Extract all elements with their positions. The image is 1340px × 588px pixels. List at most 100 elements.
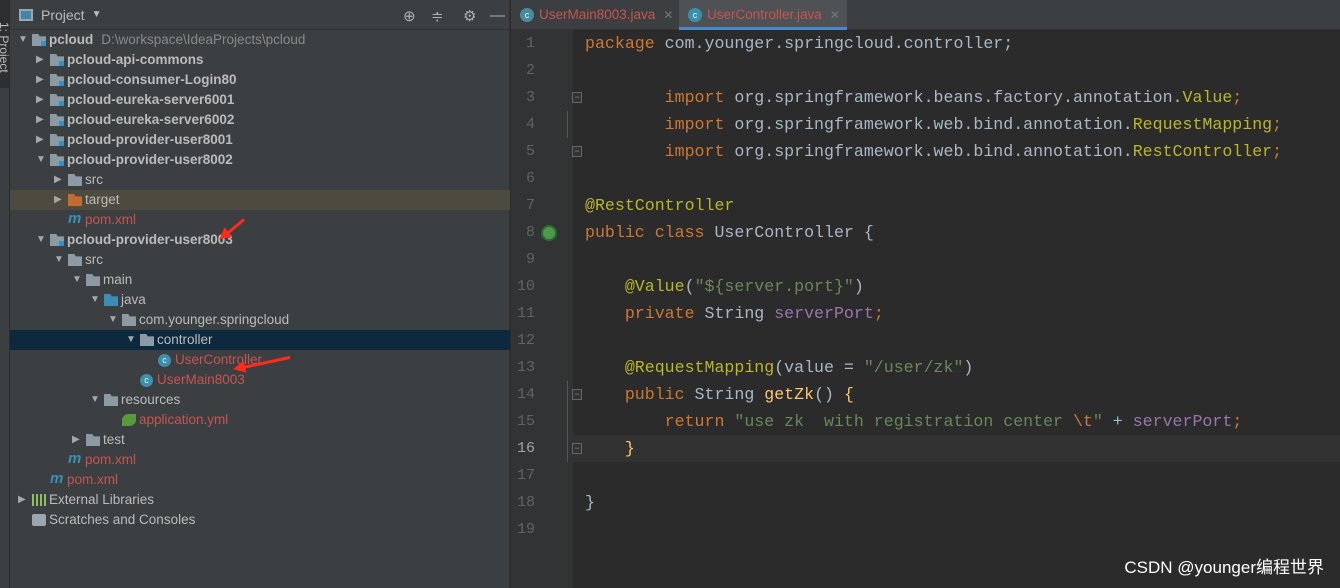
expanded-arrow-icon[interactable]: ▼ xyxy=(54,250,64,270)
tree-item[interactable]: ▼ pcloud-provider-user8002 xyxy=(10,150,510,170)
tree-item[interactable]: ▶ target xyxy=(10,190,510,210)
fold-marker-icon[interactable]: − xyxy=(572,389,582,400)
tree-item[interactable]: ▼ java xyxy=(10,290,510,310)
fold-marker-icon[interactable]: − xyxy=(572,92,582,103)
expanded-arrow-icon[interactable]: ▼ xyxy=(90,290,100,310)
collapsed-arrow-icon[interactable]: ▶ xyxy=(72,430,80,450)
collapsed-arrow-icon[interactable]: ▶ xyxy=(54,170,62,190)
tree-item[interactable]: ▶ pcloud-api-commons xyxy=(10,50,510,70)
line-number: 1 xyxy=(525,35,535,52)
expanded-arrow-icon[interactable]: ▼ xyxy=(18,30,28,50)
tree-item[interactable]: Scratches and Consoles xyxy=(10,510,510,530)
tree-item-label: pcloud-provider-user8003 xyxy=(67,232,233,247)
collapsed-arrow-icon[interactable]: ▶ xyxy=(36,110,44,130)
line-number: 7 xyxy=(525,197,535,214)
tree-item[interactable]: m pom.xml xyxy=(10,450,510,470)
tree-item[interactable]: c UserController xyxy=(10,350,510,370)
collapsed-arrow-icon[interactable]: ▶ xyxy=(36,70,44,90)
collapsed-arrow-icon[interactable]: ▶ xyxy=(36,90,44,110)
tree-item-label: main xyxy=(103,272,133,287)
expanded-arrow-icon[interactable]: ▼ xyxy=(36,150,46,170)
collapsed-arrow-icon[interactable]: ▶ xyxy=(54,190,62,210)
expanded-arrow-icon[interactable]: ▼ xyxy=(36,230,46,250)
collapse-all-icon[interactable]: ≑ xyxy=(431,7,444,25)
code-line[interactable]: } xyxy=(585,435,635,462)
expanded-arrow-icon[interactable]: ▼ xyxy=(90,390,100,410)
tree-item-text: test xyxy=(103,430,125,450)
project-view-selector[interactable]: Project xyxy=(41,7,85,23)
tree-item[interactable]: ▼ resources xyxy=(10,390,510,410)
code-token: } xyxy=(585,493,595,512)
code-line[interactable]: public String getZk() { xyxy=(585,381,854,408)
chevron-down-icon[interactable]: ▼ xyxy=(92,9,102,20)
code-line[interactable]: import org.springframework.beans.factory… xyxy=(585,84,1243,111)
tree-item-text: src xyxy=(85,170,103,190)
editor-tab[interactable]: c UserController.java ✕ xyxy=(679,0,847,30)
tree-item[interactable]: ▼ com.younger.springcloud xyxy=(10,310,510,330)
code-line[interactable]: package com.younger.springcloud.controll… xyxy=(585,30,1013,57)
code-line[interactable]: import org.springframework.web.bind.anno… xyxy=(585,138,1282,165)
gear-icon[interactable]: ⚙ xyxy=(463,7,476,25)
tree-item[interactable]: ▼ main xyxy=(10,270,510,290)
code-line[interactable]: import org.springframework.web.bind.anno… xyxy=(585,111,1282,138)
tree-item[interactable]: ▶ pcloud-provider-user8001 xyxy=(10,130,510,150)
line-number: 19 xyxy=(516,521,535,538)
expanded-arrow-icon[interactable]: ▼ xyxy=(108,310,118,330)
tree-item[interactable]: ▶ test xyxy=(10,430,510,450)
code-line[interactable]: @RestController xyxy=(585,192,734,219)
line-number: 3 xyxy=(525,89,535,106)
spring-bean-gutter-icon[interactable] xyxy=(541,225,557,241)
expanded-arrow-icon[interactable]: ▼ xyxy=(126,330,136,350)
collapsed-arrow-icon[interactable]: ▶ xyxy=(36,50,44,70)
line-number: 8 xyxy=(525,224,535,241)
folder-icon xyxy=(68,254,82,266)
spring-boot-class-icon: c xyxy=(140,374,153,387)
close-tab-icon[interactable]: ✕ xyxy=(830,8,840,22)
close-tab-icon[interactable]: ✕ xyxy=(663,8,673,22)
tree-item[interactable]: ▶ pcloud-eureka-server6002 xyxy=(10,110,510,130)
code-line[interactable]: private String serverPort; xyxy=(585,300,884,327)
code-line[interactable]: @Value("${server.port}") xyxy=(585,273,864,300)
code-token: com.younger.springcloud.controller; xyxy=(664,34,1014,53)
tree-item[interactable]: ▼ pcloud-provider-user8003 xyxy=(10,230,510,250)
fold-marker-icon[interactable]: − xyxy=(572,146,582,157)
tree-item[interactable]: ▶ src xyxy=(10,170,510,190)
tree-item[interactable]: ▶ External Libraries xyxy=(10,490,510,510)
code-editor[interactable]: 1 2 3 4 5 6 7 8 9 10 11 12 13 14 15 16 17 18 19 package co… xyxy=(511,30,1340,588)
folder-icon xyxy=(68,174,82,186)
spring-boot-class-icon: c xyxy=(520,8,534,22)
package-icon xyxy=(122,314,136,326)
code-line[interactable]: public class UserController { xyxy=(585,219,874,246)
collapsed-arrow-icon[interactable]: ▶ xyxy=(18,490,26,510)
code-token: ; xyxy=(1272,142,1283,161)
tree-item[interactable]: ▼ src xyxy=(10,250,510,270)
collapsed-arrow-icon[interactable]: ▶ xyxy=(36,130,44,150)
line-number: 17 xyxy=(516,467,535,484)
tree-item[interactable]: m pom.xml xyxy=(10,210,510,230)
tree-item[interactable]: application.yml xyxy=(10,410,510,430)
code-token: return xyxy=(585,412,735,431)
fold-marker-icon[interactable]: − xyxy=(572,443,582,454)
editor-tab[interactable]: c UserMain8003.java ✕ xyxy=(511,0,679,30)
tree-item-text: pcloud-eureka-server6002 xyxy=(67,110,234,130)
project-tool-tab[interactable]: 1: Project xyxy=(0,0,11,88)
tree-item[interactable]: c UserMain8003 xyxy=(10,370,510,390)
code-line[interactable]: return "use zk with registration center … xyxy=(585,408,1243,435)
tree-item-text: UserMain8003 xyxy=(157,370,245,390)
locate-icon[interactable]: ⊕ xyxy=(403,7,416,25)
tree-item-label: pcloud-provider-user8001 xyxy=(67,132,233,147)
tree-item[interactable]: m pom.xml xyxy=(10,470,510,490)
project-panel: Project ▼ ⊕ ≑ ⚙ — ▼ pcloud D:\workspace\Id… xyxy=(10,0,510,588)
tree-item[interactable]: ▼ pcloud D:\workspace\IdeaProjects\pcloud xyxy=(10,30,510,50)
watermark: CSDN @younger编程世界 xyxy=(1124,558,1324,577)
code-line[interactable]: @RequestMapping(value = "/user/zk") xyxy=(585,354,974,381)
tree-item-label: java xyxy=(121,292,146,307)
tree-item[interactable]: ▼ controller xyxy=(10,330,510,350)
tree-item-label: External Libraries xyxy=(49,492,155,507)
minimize-icon[interactable]: — xyxy=(490,7,505,24)
code-line[interactable]: } xyxy=(585,489,595,516)
expanded-arrow-icon[interactable]: ▼ xyxy=(72,270,82,290)
tree-item[interactable]: ▶ pcloud-eureka-server6001 xyxy=(10,90,510,110)
tree-item[interactable]: ▶ pcloud-consumer-Login80 xyxy=(10,70,510,90)
line-number: 12 xyxy=(516,332,535,349)
